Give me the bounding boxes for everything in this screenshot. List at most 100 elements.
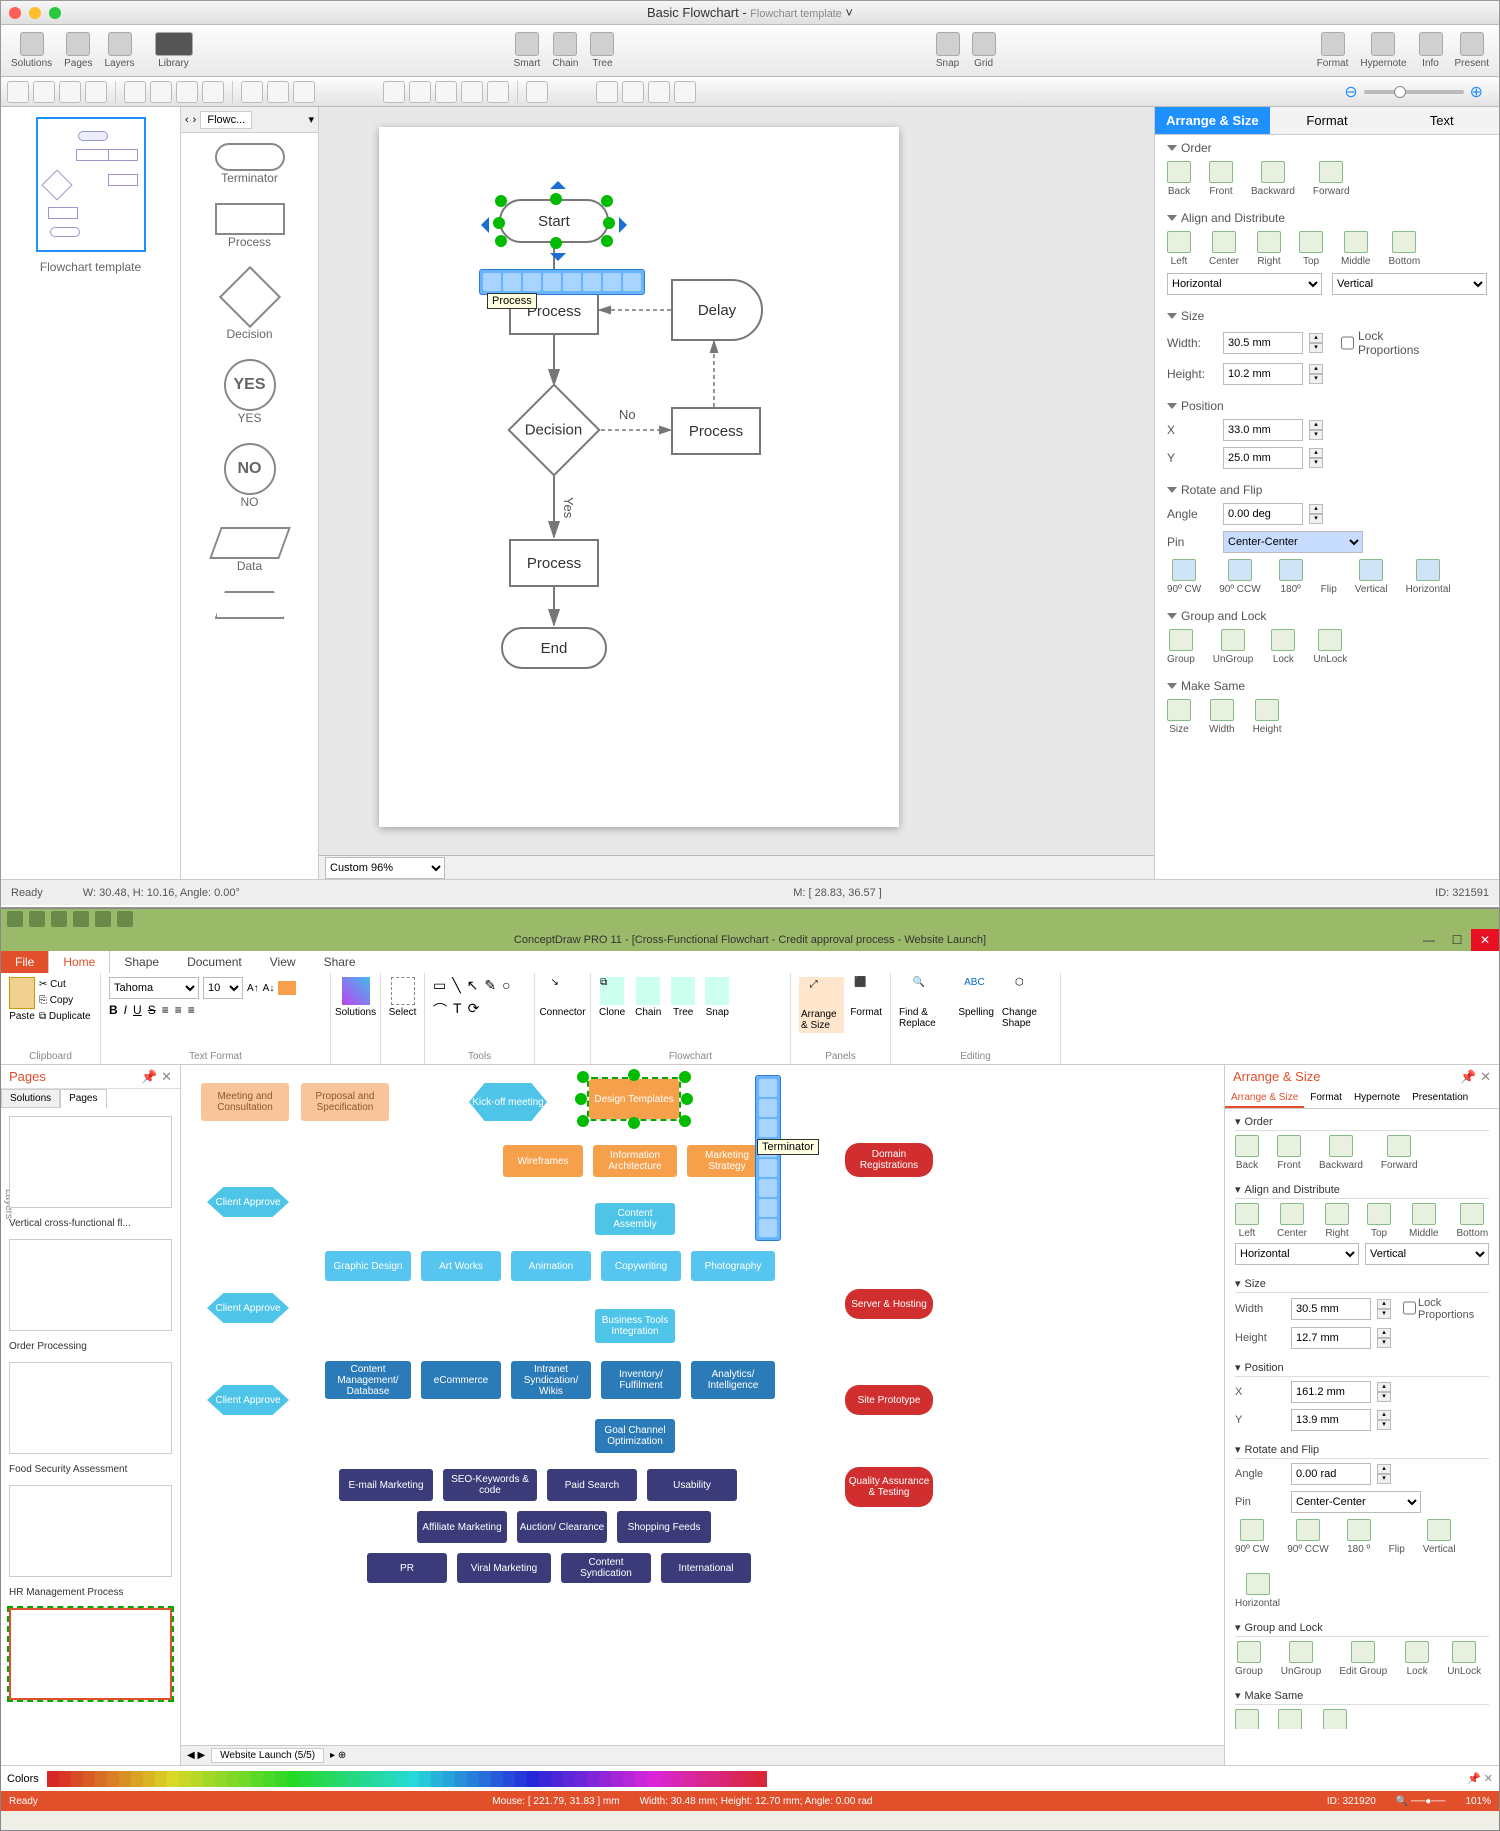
node-process-3[interactable]: Process <box>509 539 599 587</box>
n-proto[interactable]: Site Prototype <box>845 1385 933 1415</box>
color-swatch[interactable] <box>155 1771 167 1787</box>
tool-line-icon[interactable]: ╲ <box>452 977 460 994</box>
color-swatch[interactable] <box>371 1771 383 1787</box>
color-swatch[interactable] <box>191 1771 203 1787</box>
lock-btn[interactable]: Lock <box>1271 629 1295 665</box>
n-aff[interactable]: Affiliate Marketing <box>417 1511 507 1543</box>
color-swatch[interactable] <box>539 1771 551 1787</box>
n-seo[interactable]: SEO-Keywords & code <box>443 1469 537 1501</box>
color-swatch[interactable] <box>743 1771 755 1787</box>
color-swatch[interactable] <box>311 1771 323 1787</box>
color-swatch[interactable] <box>83 1771 95 1787</box>
zoom-slider[interactable] <box>1364 90 1464 94</box>
qat-more-icon[interactable] <box>117 911 133 927</box>
smart-button[interactable]: Smart <box>514 32 541 69</box>
hypernote-button[interactable]: Hypernote <box>1360 32 1406 69</box>
shape-trapezoid[interactable] <box>181 591 318 619</box>
search-tool[interactable] <box>596 81 618 103</box>
tab-file[interactable]: File <box>1 951 48 973</box>
node-delay[interactable]: Delay <box>671 279 763 341</box>
canvas-win[interactable]: Meeting and Consultation Proposal and Sp… <box>181 1065 1224 1765</box>
color-swatch[interactable] <box>203 1771 215 1787</box>
rot-180[interactable]: 180º <box>1279 559 1303 595</box>
group-btn[interactable]: Group <box>1167 629 1195 665</box>
y-input[interactable] <box>1223 447 1303 469</box>
dist-vert[interactable]: Vertical <box>1332 273 1487 295</box>
pages-button[interactable]: Pages <box>64 32 92 69</box>
tool-arc-icon[interactable]: ⌒ <box>433 1000 447 1020</box>
arc-tool[interactable] <box>150 81 172 103</box>
tool-g[interactable] <box>674 81 696 103</box>
solutions-button[interactable]: Solutions <box>11 32 52 69</box>
zoom-in-icon[interactable]: ⊕ <box>1470 82 1483 102</box>
color-swatch[interactable] <box>107 1771 119 1787</box>
fill-tool[interactable] <box>267 81 289 103</box>
wtab-hypernote[interactable]: Hypernote <box>1348 1089 1406 1108</box>
text-tool[interactable] <box>33 81 55 103</box>
n-server[interactable]: Server & Hosting <box>845 1289 933 1319</box>
walign-left[interactable]: Left <box>1235 1203 1259 1239</box>
n-pr[interactable]: PR <box>367 1553 447 1583</box>
underline-icon[interactable]: U <box>133 1003 142 1017</box>
color-swatch[interactable] <box>419 1771 431 1787</box>
wgroup[interactable]: Group <box>1235 1641 1263 1677</box>
smart-toolbar-win[interactable] <box>755 1075 781 1241</box>
n-art[interactable]: Art Works <box>421 1251 501 1281</box>
wrot-cw[interactable]: 90º CW <box>1235 1519 1269 1555</box>
n-copy[interactable]: Copywriting <box>601 1251 681 1281</box>
n-bti[interactable]: Business Tools Integration <box>595 1309 675 1343</box>
connector-tool[interactable] <box>202 81 224 103</box>
node-end[interactable]: End <box>501 627 607 669</box>
align-left-icon[interactable]: ≡ <box>162 1003 169 1017</box>
color-swatch[interactable] <box>143 1771 155 1787</box>
rot-90cw[interactable]: 90º CW <box>1167 559 1201 595</box>
n-anim[interactable]: Animation <box>511 1251 591 1281</box>
solutions-btn[interactable]: Solutions <box>339 977 372 1018</box>
n-proposal[interactable]: Proposal and Specification <box>301 1083 389 1121</box>
shape-yes[interactable]: YESYES <box>181 359 318 425</box>
wunlock[interactable]: UnLock <box>1447 1641 1481 1677</box>
tab-shape[interactable]: Shape <box>110 951 173 973</box>
shape-decision[interactable]: Decision <box>181 267 318 341</box>
select-btn[interactable]: Select <box>389 977 416 1018</box>
n-ia[interactable]: Information Architecture <box>593 1145 677 1177</box>
color-swatch[interactable] <box>551 1771 563 1787</box>
n-email[interactable]: E-mail Marketing <box>339 1469 433 1501</box>
color-swatch[interactable] <box>251 1771 263 1787</box>
node-decision[interactable]: Decision <box>507 383 600 476</box>
pointer-tool[interactable] <box>7 81 29 103</box>
width-input[interactable] <box>1223 332 1303 354</box>
color-swatch[interactable] <box>443 1771 455 1787</box>
chshape-btn[interactable]: ⬡Change Shape <box>1002 977 1052 1029</box>
tab-arrange[interactable]: Arrange & Size <box>1155 107 1270 135</box>
tool-f[interactable] <box>648 81 670 103</box>
x-input[interactable] <box>1223 419 1303 441</box>
align-bottom[interactable]: Bottom <box>1388 231 1420 267</box>
color-swatch[interactable] <box>467 1771 479 1787</box>
color-swatch[interactable] <box>407 1771 419 1787</box>
dist-horiz[interactable]: Horizontal <box>1167 273 1322 295</box>
same-height[interactable]: Height <box>1253 699 1282 735</box>
grow-font-icon[interactable]: A↑ <box>247 983 259 994</box>
worder-backward[interactable]: Backward <box>1319 1135 1363 1171</box>
color-swatch[interactable] <box>659 1771 671 1787</box>
color-swatch[interactable] <box>335 1771 347 1787</box>
flip-v[interactable]: Vertical <box>1355 559 1388 595</box>
thumb-order[interactable] <box>9 1239 172 1331</box>
color-swatch[interactable] <box>491 1771 503 1787</box>
n-cmdb[interactable]: Content Management/ Database <box>325 1361 411 1399</box>
color-swatch[interactable] <box>431 1771 443 1787</box>
format-button[interactable]: Format <box>1317 32 1349 69</box>
wtab-format[interactable]: Format <box>1304 1089 1348 1108</box>
spell-btn[interactable]: ABCSpelling <box>958 977 994 1029</box>
thumb-website[interactable] <box>9 1608 172 1700</box>
n-ecom[interactable]: eCommerce <box>421 1361 501 1399</box>
copy-button[interactable]: ⎘ Copy <box>39 993 91 1009</box>
chain-btn[interactable]: Chain <box>635 977 661 1018</box>
pin-select[interactable]: Center-Center <box>1223 531 1363 553</box>
n-usab[interactable]: Usability <box>647 1469 737 1501</box>
walign-right[interactable]: Right <box>1325 1203 1349 1239</box>
color-swatch[interactable] <box>119 1771 131 1787</box>
shape-no[interactable]: NONO <box>181 443 318 509</box>
italic-icon[interactable]: I <box>124 1003 127 1017</box>
